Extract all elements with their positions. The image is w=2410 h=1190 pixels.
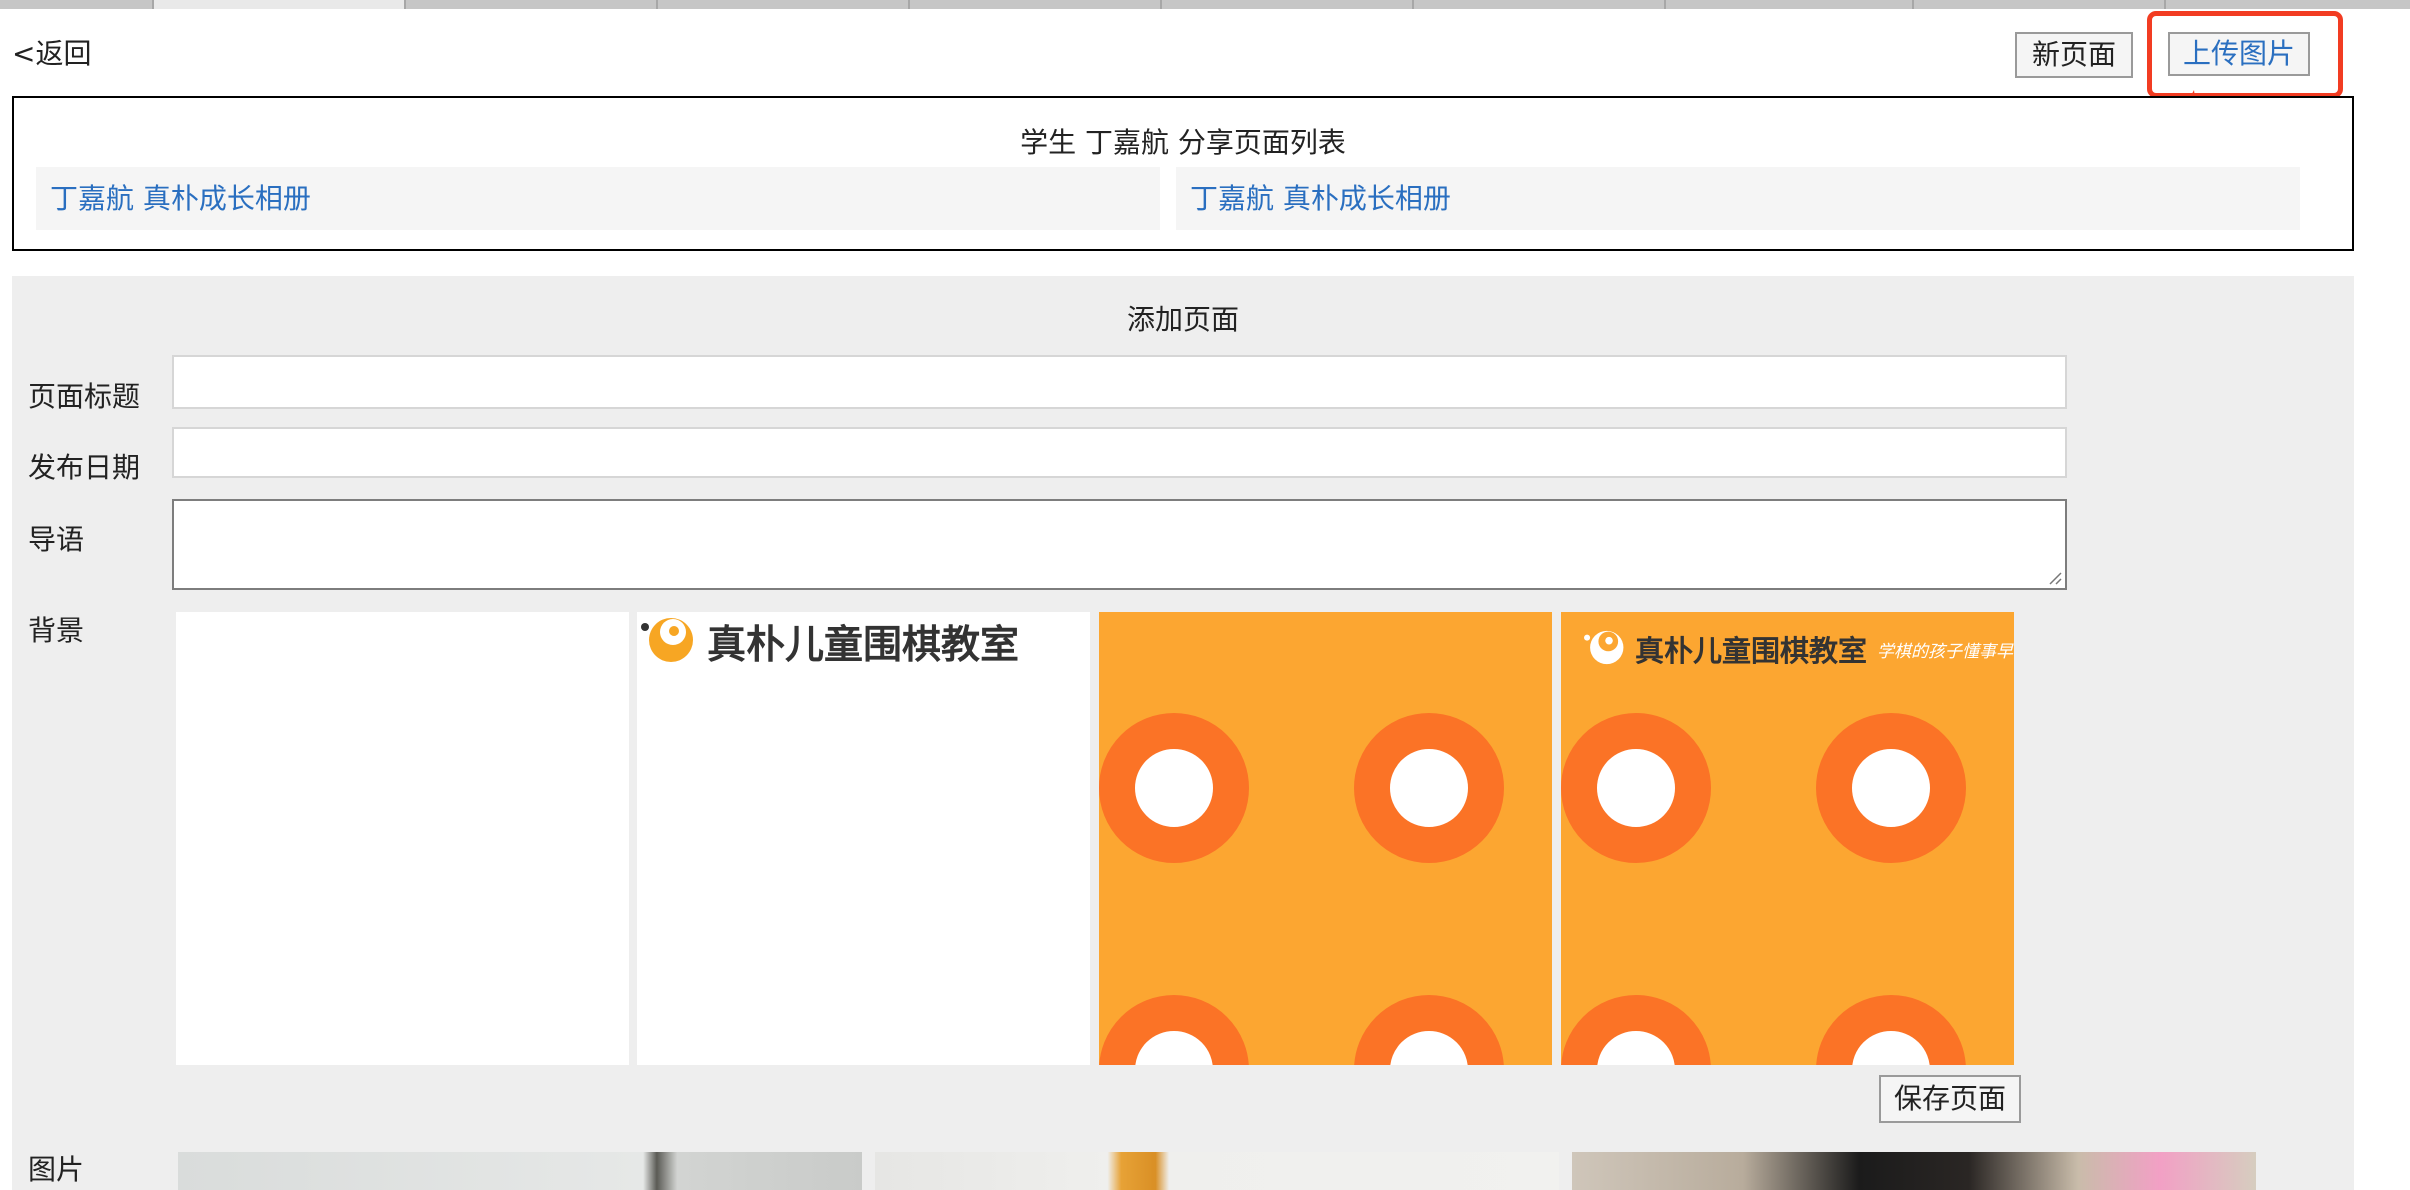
decorative-ring: [1099, 995, 1249, 1065]
tab-1[interactable]: [0, 0, 154, 9]
share-list-item[interactable]: 丁嘉航 真朴成长相册: [1176, 167, 2300, 230]
decorative-ring: [1354, 995, 1504, 1065]
decorative-ring: [1354, 713, 1504, 863]
save-page-button[interactable]: 保存页面: [1879, 1075, 2021, 1123]
brand-logo: 真朴儿童围棋教室: [637, 612, 1019, 672]
intro-label: 导语: [28, 523, 85, 556]
new-page-button[interactable]: 新页面: [2015, 32, 2133, 78]
background-option-orange-rings-logo[interactable]: 真朴儿童围棋教室 学棋的孩子懂事早。: [1561, 612, 2014, 1065]
tab-5[interactable]: [910, 0, 1162, 9]
brand-logo-icon: [1584, 630, 1624, 665]
background-option-logo-white[interactable]: 真朴儿童围棋教室: [637, 612, 1090, 1065]
decorative-ring: [1561, 713, 1711, 863]
decorative-ring: [1099, 713, 1249, 863]
tab-7[interactable]: [1414, 0, 1666, 9]
resize-grip-icon[interactable]: [2048, 571, 2062, 585]
page-title-label: 页面标题: [28, 380, 141, 413]
share-list-item[interactable]: 丁嘉航 真朴成长相册: [36, 167, 1160, 230]
tab-8[interactable]: [1666, 0, 1914, 9]
brand-slogan: 学棋的孩子懂事早。: [1877, 641, 2014, 662]
share-page-list: 学生 丁嘉航 分享页面列表 丁嘉航 真朴成长相册 丁嘉航 真朴成长相册: [12, 96, 2354, 251]
add-page-title: 添加页面: [1126, 303, 1239, 336]
images-label: 图片: [28, 1153, 85, 1186]
background-option-orange-rings[interactable]: [1099, 612, 1552, 1065]
page-title-input[interactable]: [172, 355, 2067, 409]
browser-tab-strip: [0, 0, 2410, 9]
tab-2-active[interactable]: [154, 0, 406, 9]
intro-textarea[interactable]: [172, 499, 2067, 590]
brand-logo: 真朴儿童围棋教室 学棋的孩子懂事早。: [1581, 626, 2014, 672]
photo-thumbnail[interactable]: [1572, 1152, 2256, 1190]
brand-logo-text: 真朴儿童围棋教室: [707, 623, 1020, 668]
back-link[interactable]: <返回: [12, 32, 91, 72]
background-label: 背景: [28, 614, 85, 647]
decorative-ring: [1561, 995, 1711, 1065]
tab-9[interactable]: [1914, 0, 2166, 9]
brand-logo-text: 真朴儿童围棋教室: [1635, 634, 1868, 668]
publish-date-input[interactable]: [172, 427, 2067, 478]
tab-3[interactable]: [406, 0, 658, 9]
tab-4[interactable]: [658, 0, 910, 9]
photo-thumbnail[interactable]: [178, 1152, 862, 1190]
publish-date-label: 发布日期: [28, 451, 141, 484]
add-page-panel: 添加页面 页面标题 发布日期 导语 背景 真朴儿童围棋教室 真朴儿童围棋教室 学…: [12, 276, 2354, 1190]
decorative-ring: [1816, 713, 1966, 863]
brand-logo-icon: [641, 618, 693, 662]
tab-6[interactable]: [1162, 0, 1414, 9]
share-list-title: 学生 丁嘉航 分享页面列表: [1020, 126, 1346, 159]
photo-thumbnail[interactable]: [875, 1152, 1559, 1190]
decorative-ring: [1816, 995, 1966, 1065]
background-option-plain-white[interactable]: [176, 612, 629, 1065]
